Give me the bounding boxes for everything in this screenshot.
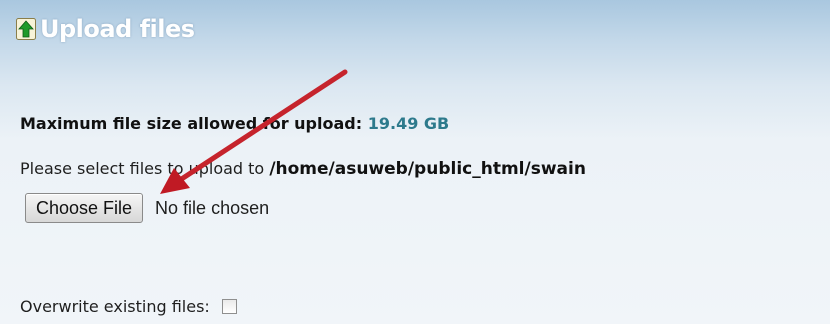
choose-file-button[interactable]: Choose File xyxy=(25,193,144,223)
upload-panel: Upload files Maximum file size allowed f… xyxy=(0,0,830,324)
page-title: Upload files xyxy=(40,15,195,43)
max-file-size: Maximum file size allowed for upload: 19… xyxy=(20,114,449,133)
overwrite-option: Overwrite existing files: xyxy=(20,297,237,316)
overwrite-checkbox[interactable] xyxy=(221,299,237,314)
file-status-text: No file chosen xyxy=(155,197,270,218)
file-input: Choose File No file chosen xyxy=(25,193,269,223)
upload-destination-path: /home/asuweb/public_html/swain xyxy=(269,159,586,179)
max-file-size-value: 19.49 GB xyxy=(367,114,450,133)
overwrite-label: Overwrite existing files: xyxy=(20,297,210,316)
upload-arrow-icon xyxy=(16,18,36,40)
max-file-size-label: Maximum file size allowed for upload: xyxy=(20,114,363,133)
upload-destination: Please select files to upload to /home/a… xyxy=(20,159,586,179)
panel-header: Upload files xyxy=(16,12,195,46)
upload-destination-prefix: Please select files to upload to xyxy=(20,159,265,178)
